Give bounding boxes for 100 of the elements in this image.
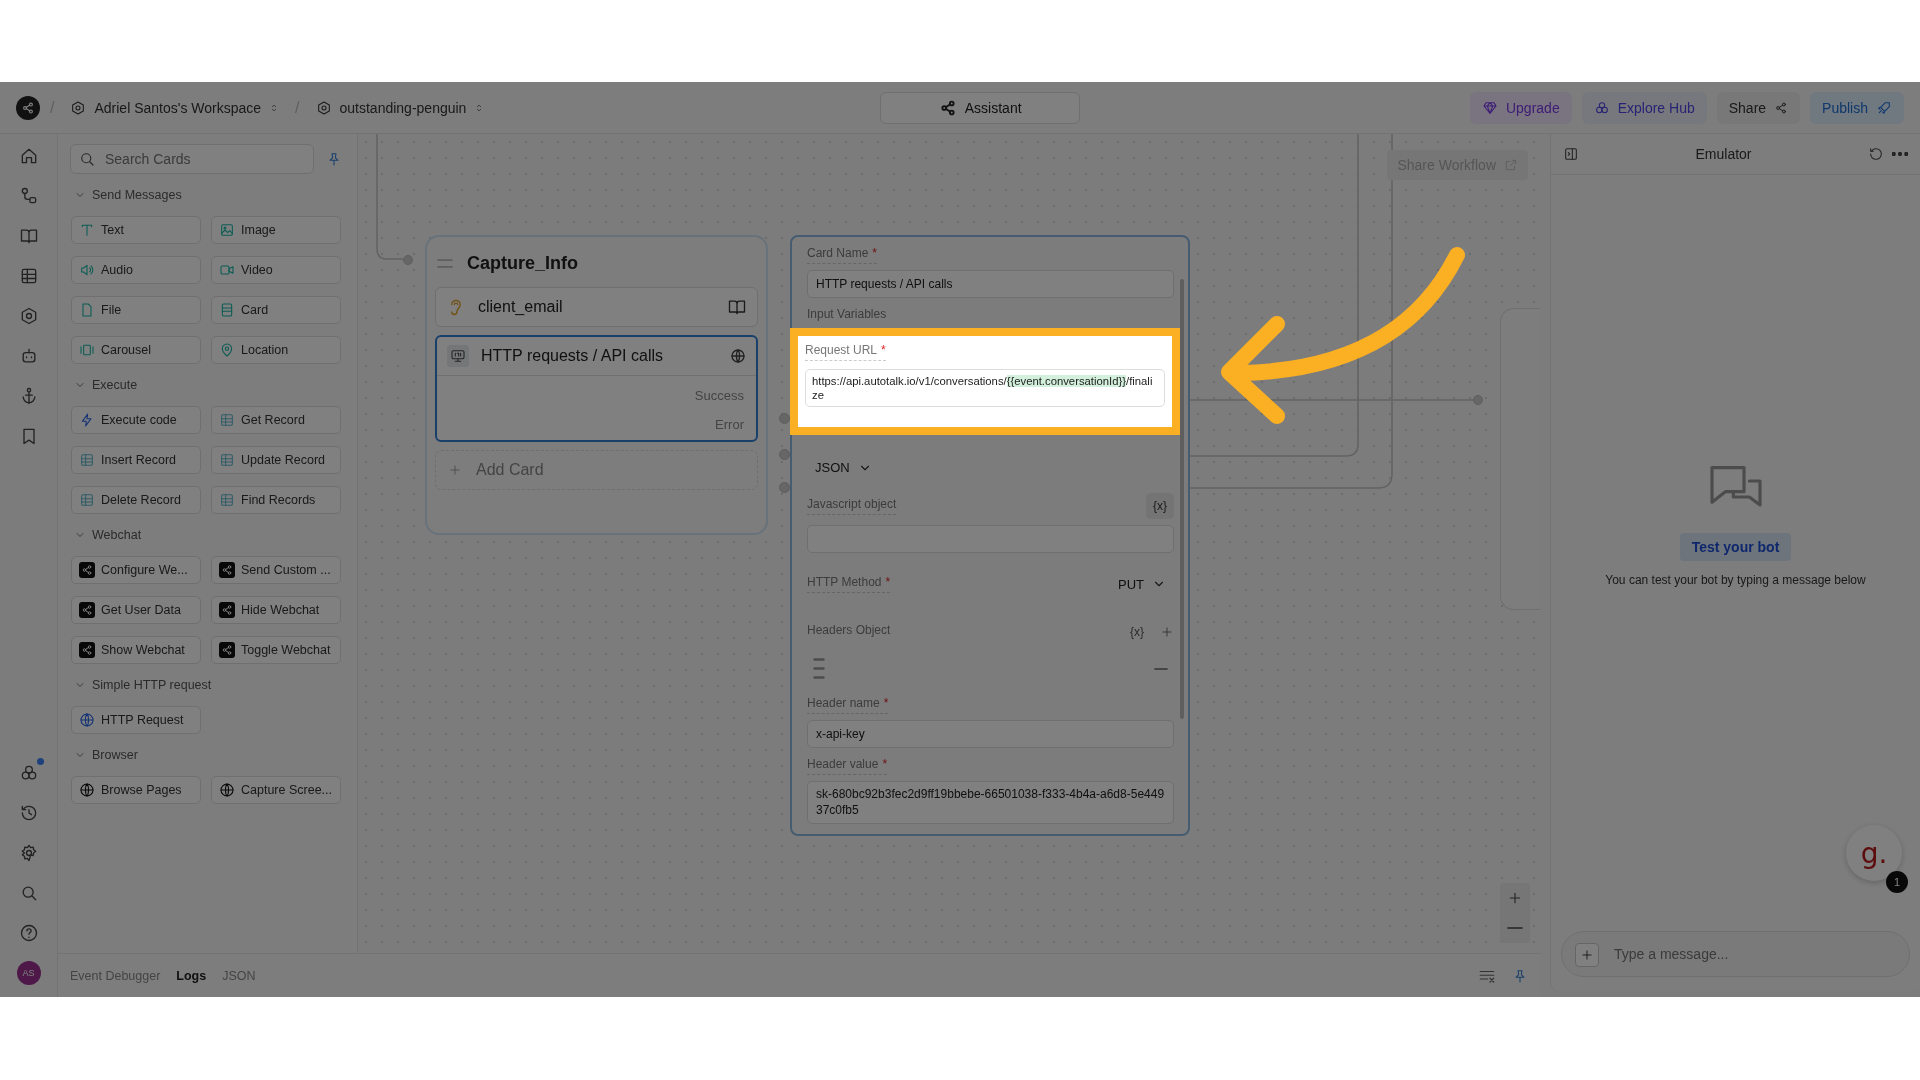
request-url-field[interactable]: https://api.autotalk.io/v1/conversations/{{event.conversationId}}/finalize xyxy=(805,369,1165,408)
add-card-button[interactable]: Add Card xyxy=(435,450,758,490)
app-logo-icon[interactable] xyxy=(16,95,40,120)
card-type-item[interactable]: Update Record xyxy=(211,446,341,474)
workflow-node[interactable]: Capture_Info client_email HTTP requests / API calls Success Error Add Card xyxy=(425,235,768,535)
section-header[interactable]: Browser xyxy=(74,748,138,762)
plus-icon xyxy=(448,463,462,477)
card-type-item[interactable]: Hide Webchat xyxy=(211,596,341,624)
carousel-icon xyxy=(79,342,95,358)
test-bot-button[interactable]: Test your bot xyxy=(1679,533,1792,561)
attach-button[interactable] xyxy=(1575,943,1599,967)
header-name-field[interactable]: x-api-key xyxy=(807,720,1174,748)
debugger-tab[interactable]: Logs xyxy=(176,966,207,985)
card-type-item[interactable]: HTTP Request xyxy=(71,706,201,734)
plus-icon xyxy=(1507,890,1523,906)
notification-dot xyxy=(36,758,44,765)
pin-icon xyxy=(326,151,342,167)
table-icon xyxy=(79,492,95,508)
output-label: Error xyxy=(715,417,744,432)
upgrade-button[interactable]: Upgrade xyxy=(1469,91,1572,124)
drag-handle-icon xyxy=(437,258,453,268)
globe-icon xyxy=(219,782,235,798)
http-method-select[interactable]: PUT xyxy=(1110,576,1174,592)
connector-port xyxy=(403,255,413,265)
publish-button[interactable]: Publish xyxy=(1810,91,1904,124)
debugger-tab[interactable]: Event Debugger xyxy=(70,966,161,985)
card-type-item[interactable]: Get Record xyxy=(211,406,341,434)
card-label: HTTP requests / API calls xyxy=(481,347,664,365)
section-header[interactable]: Execute xyxy=(74,378,138,392)
variable-button[interactable]: {x} xyxy=(1146,493,1174,519)
field-label: HTTP Method * xyxy=(807,575,891,593)
card-type-item[interactable]: Card xyxy=(211,296,341,324)
card-type-item[interactable]: Show Webchat xyxy=(71,636,201,664)
card-type-item[interactable]: Image xyxy=(211,216,341,244)
card-type-item[interactable]: Text xyxy=(71,216,201,244)
user-avatar[interactable]: AS xyxy=(16,961,41,985)
hub-button[interactable]: Explore Hub xyxy=(1581,91,1707,124)
node-card[interactable]: client_email xyxy=(435,287,758,327)
share-button[interactable]: Share xyxy=(1716,91,1801,124)
share-icon xyxy=(1774,100,1789,115)
search-field[interactable]: Search Cards xyxy=(70,144,314,174)
card-type-item[interactable]: Configure We... xyxy=(71,556,201,584)
notification-badge: 1 xyxy=(1886,871,1908,893)
debugger-tab[interactable]: JSON xyxy=(222,966,256,985)
globe-icon xyxy=(79,712,95,728)
lightning-icon xyxy=(79,412,95,428)
field-label: Card Name * xyxy=(807,246,878,264)
refresh-icon xyxy=(1868,146,1884,162)
field-label: Header value * xyxy=(807,757,888,775)
card-label: client_email xyxy=(478,298,564,316)
card-name-field[interactable]: HTTP requests / API calls xyxy=(807,270,1174,298)
drag-handle-icon xyxy=(813,658,825,679)
share-glyph xyxy=(21,100,35,115)
card-type-item[interactable]: Carousel xyxy=(71,336,201,364)
card-icon xyxy=(219,302,235,318)
card-type-item[interactable]: Find Records xyxy=(211,486,341,514)
rocket-icon xyxy=(1876,99,1892,116)
table-icon xyxy=(219,412,235,428)
panel-title: Emulator xyxy=(1694,146,1753,162)
body-type-select[interactable]: JSON xyxy=(807,460,880,475)
card-type-item[interactable]: Toggle Webchat xyxy=(211,636,341,664)
table-icon xyxy=(219,452,235,468)
external-link-icon xyxy=(1504,158,1518,172)
card-type-item[interactable]: Capture Scree... xyxy=(211,776,341,804)
minus-icon xyxy=(1154,667,1168,670)
card-type-item[interactable]: Delete Record xyxy=(71,486,201,514)
table-icon xyxy=(219,492,235,508)
section-header[interactable]: Webchat xyxy=(74,528,142,542)
card-type-item[interactable]: Execute code xyxy=(71,406,201,434)
gem-icon xyxy=(1481,99,1498,116)
section-header[interactable]: Send Messages xyxy=(74,188,182,202)
minus-icon xyxy=(1507,927,1523,929)
card-type-item[interactable]: Location xyxy=(211,336,341,364)
card-type-item[interactable]: Get User Data xyxy=(71,596,201,624)
more-icon xyxy=(1892,152,1908,156)
card-type-item[interactable]: Send Custom ... xyxy=(211,556,341,584)
globe-icon xyxy=(79,782,95,798)
card-type-item[interactable]: Audio xyxy=(71,256,201,284)
assistant-button[interactable]: Assistant xyxy=(880,91,1081,124)
card-type-item[interactable]: Video xyxy=(211,256,341,284)
help-icon xyxy=(18,923,39,943)
hint-text: You can test your bot by typing a message below xyxy=(1605,573,1866,587)
project-selector[interactable]: outstanding-penguin xyxy=(309,95,491,120)
node-title: Capture_Info xyxy=(467,252,578,274)
card-type-item[interactable]: Insert Record xyxy=(71,446,201,474)
section-header[interactable]: Simple HTTP request xyxy=(74,678,212,692)
card-type-item[interactable]: Browse Pages xyxy=(71,776,201,804)
letter-t-icon xyxy=(79,222,95,238)
message-field[interactable]: Type a message... xyxy=(1561,931,1910,977)
plus-icon xyxy=(1160,624,1174,639)
variable-button[interactable]: {x} xyxy=(1124,623,1150,640)
breadcrumb-separator: / xyxy=(295,98,300,117)
section-label: Input Variables xyxy=(807,307,887,323)
node-card[interactable]: HTTP requests / API calls Success Error xyxy=(435,335,758,442)
header-value-field[interactable]: sk-680bc92b3fec2d9ff19bbebe-66501038-f333-4b4a-a6d8-5e44937c0fb5 xyxy=(807,781,1174,825)
video-camera-icon xyxy=(219,262,235,278)
file-icon xyxy=(79,302,95,318)
breadcrumb-separator: / xyxy=(50,98,55,117)
workspace-selector[interactable]: Adriel Santos's Workspace xyxy=(64,95,286,120)
card-type-item[interactable]: File xyxy=(71,296,201,324)
